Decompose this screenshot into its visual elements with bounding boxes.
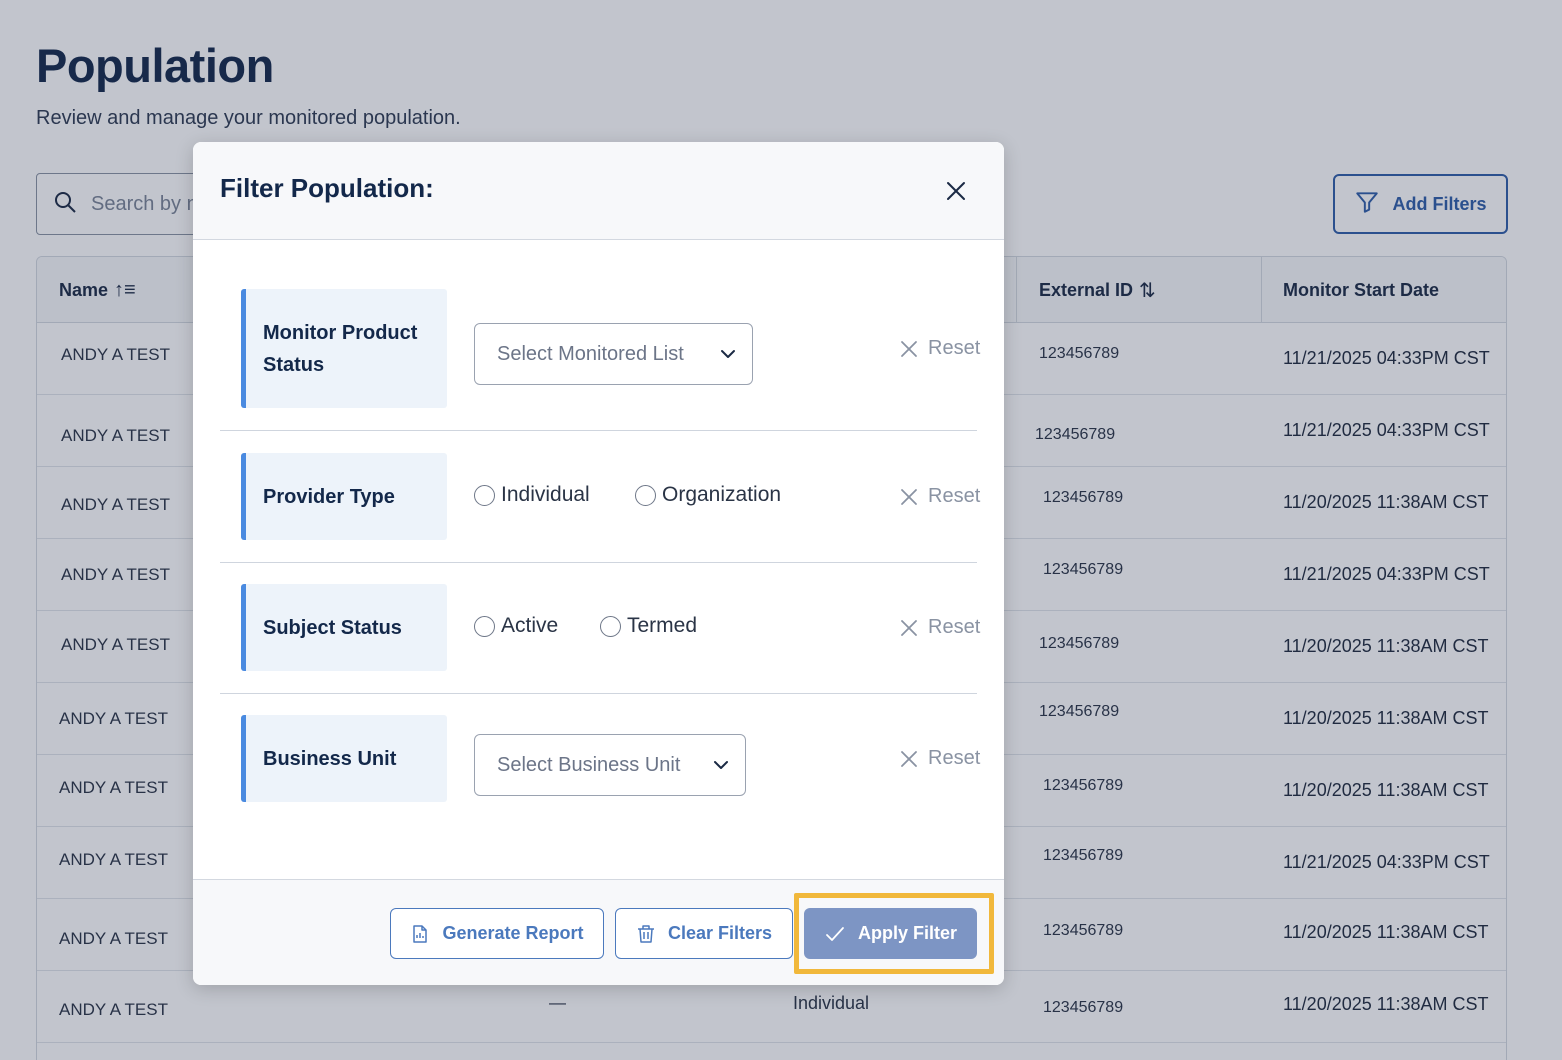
chevron-down-icon [721,350,735,358]
apply-filter-label: Apply Filter [857,923,957,943]
clear-filters-label: Clear Filters [667,923,773,943]
select-placeholder: Select Monitored List [497,342,684,365]
apply-filter-button[interactable]: Apply Filter [804,908,977,959]
close-icon [947,182,965,200]
reset-subject-status[interactable]: Reset [900,616,980,639]
radio-circle[interactable] [635,484,656,506]
close-button[interactable] [942,177,970,205]
filter-monitor-product-status: Monitor Product Status Select Monitored … [220,240,980,431]
close-icon [901,750,917,767]
clear-filters-button[interactable]: Clear Filters [615,908,793,959]
filter-label: Business Unit [241,715,447,802]
trash-icon [637,924,654,943]
reset-label: Reset [928,747,981,769]
reset-business-unit[interactable]: Reset [900,747,980,770]
reset-monitor-product-status[interactable]: Reset [900,337,980,360]
filter-label: Monitor Product Status [241,289,447,408]
radio-circle[interactable] [600,615,621,637]
checkmark-icon [826,926,844,941]
reset-provider-type[interactable]: Reset [900,485,980,508]
filter-label: Provider Type [241,453,447,540]
radio-label: Active [501,614,559,637]
radio-label: Organization [662,483,782,506]
radio-organization[interactable]: Organization [635,483,781,507]
close-icon [901,340,917,357]
radio-label: Termed [627,614,698,637]
reset-label: Reset [928,485,981,507]
filter-business-unit: Business Unit Select Business Unit Reset [220,694,980,844]
modal-footer: Generate Report Clear Filters Apply Filt… [193,879,1004,985]
radio-individual[interactable]: Individual [474,483,590,507]
filter-subject-status: Subject Status Active Termed Reset [220,563,980,694]
modal-header: Filter Population: [193,142,1004,240]
generate-report-button[interactable]: Generate Report [390,908,604,959]
chevron-down-icon [714,761,728,769]
modal-title: Filter Population: [220,173,434,203]
radio-circle[interactable] [474,484,495,506]
monitored-list-select[interactable]: Select Monitored List [474,323,753,385]
radio-circle[interactable] [474,615,495,637]
radio-termed[interactable]: Termed [600,614,697,638]
filter-population-modal: Filter Population: Monitor Product Statu… [193,142,1004,985]
reset-label: Reset [928,337,981,359]
close-icon [901,619,917,636]
filter-provider-type: Provider Type Individual Organization Re… [220,431,980,563]
document-icon [413,924,428,943]
select-placeholder: Select Business Unit [497,753,681,776]
filter-label: Subject Status [241,584,447,671]
close-icon [901,488,917,505]
radio-label: Individual [501,483,590,506]
business-unit-select[interactable]: Select Business Unit [474,734,746,796]
radio-active[interactable]: Active [474,614,558,638]
generate-report-label: Generate Report [442,923,584,943]
reset-label: Reset [928,616,981,638]
